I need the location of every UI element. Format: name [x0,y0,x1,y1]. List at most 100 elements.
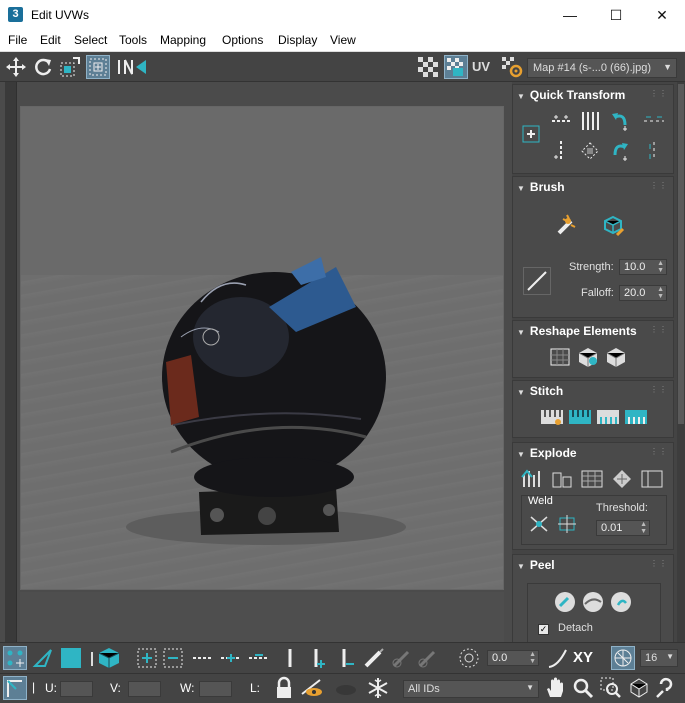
texture-map-image[interactable] [20,106,504,590]
close-button[interactable]: ✕ [639,0,685,30]
u-coordinate-field[interactable] [60,681,93,697]
weld-target-icon[interactable] [526,512,552,536]
drag-grip-icon[interactable]: ⋮⋮ [650,559,668,568]
show-map-icon[interactable] [444,55,468,79]
w-coordinate-field[interactable] [199,681,232,697]
grid-size-dropdown[interactable]: 16 ▼ [640,649,678,667]
angle-spinner[interactable]: 0.0 ▲ ▼ [487,650,539,666]
shrink-selection-icon[interactable] [161,646,185,670]
paint-grow-icon[interactable] [390,646,414,670]
menu-options[interactable]: Options [222,33,263,47]
menu-edit[interactable]: Edit [40,33,61,47]
align-vertical-icon[interactable] [577,109,603,133]
uv-label[interactable]: UV [472,55,496,79]
relax-icon[interactable] [575,345,601,369]
reset-peel-icon[interactable] [608,590,634,614]
rotate-icon[interactable] [31,55,55,79]
flatten-icon[interactable] [579,467,605,491]
threshold-spinner[interactable]: 0.01 ▲ ▼ [596,520,650,536]
spinner-arrows-icon[interactable]: ▲ ▼ [657,260,664,274]
select-edge-icon[interactable] [31,646,55,670]
straighten-selection-icon[interactable] [547,345,573,369]
select-element-icon[interactable] [97,646,121,670]
loop-icon[interactable] [191,646,215,670]
map-selector-dropdown[interactable]: Map #14 (s-...0 (66).jpg) ▼ [527,58,677,78]
paint-shrink-icon[interactable] [416,646,440,670]
paint-select-icon[interactable] [362,646,386,670]
detach-edge-verts-icon[interactable] [549,467,575,491]
maximize-button[interactable]: ☐ [593,0,639,30]
stitch-to-target-icon[interactable] [623,405,649,429]
spinner-arrows-icon[interactable]: ▲ ▼ [529,651,536,665]
ring-shrink-icon[interactable] [334,646,358,670]
stitch-average-icon[interactable] [595,405,621,429]
space-horizontal-icon[interactable] [641,109,667,133]
rollout-header[interactable]: ▼ Explode [517,446,577,460]
scrollbar-thumb[interactable] [678,84,684,424]
paint-move-brush-icon[interactable] [553,211,581,239]
rollout-header[interactable]: ▼ Peel [517,558,555,572]
xy-label[interactable]: XY [573,646,601,670]
drag-grip-icon[interactable]: ⋮⋮ [650,89,668,98]
soft-selection-icon[interactable] [457,646,481,670]
absolute-offset-icon[interactable] [3,676,27,700]
drag-grip-icon[interactable]: ⋮⋮ [650,181,668,190]
lock-icon[interactable] [272,676,296,700]
ring-grow-icon[interactable] [306,646,330,670]
zoom-region-icon[interactable] [599,676,623,700]
menu-mapping[interactable]: Mapping [160,33,206,47]
select-vertex-icon[interactable] [3,646,27,670]
loop-shrink-icon[interactable] [247,646,271,670]
freeform-icon[interactable] [86,55,110,79]
pan-hand-icon[interactable] [543,676,567,700]
rollout-header[interactable]: ▼ Reshape Elements [517,324,637,338]
break-icon[interactable] [519,467,545,491]
grid-snap-icon[interactable] [611,646,635,670]
drag-grip-icon[interactable]: ⋮⋮ [650,385,668,394]
uv-editor-viewport[interactable] [0,82,512,642]
ring-icon[interactable] [278,646,302,670]
stitch-to-source-icon[interactable] [567,405,593,429]
align-vertical-dotted-icon[interactable] [549,139,575,163]
menu-select[interactable]: Select [74,33,107,47]
falloff-spinner[interactable]: 20.0 ▲ ▼ [619,285,667,301]
select-polygon-icon[interactable] [59,646,83,670]
menu-tools[interactable]: Tools [119,33,147,47]
move-icon[interactable] [4,55,28,79]
checker-pattern-icon[interactable] [416,55,440,79]
relax-by-polygon-icon[interactable] [603,345,629,369]
flatten-by-smoothing-icon[interactable] [609,467,635,491]
menu-file[interactable]: File [8,33,27,47]
rollout-header[interactable]: ▼ Stitch [517,384,563,398]
zoom-extents-icon[interactable] [627,676,651,700]
relax-brush-icon[interactable] [599,211,627,239]
stitch-custom-icon[interactable] [539,405,565,429]
quick-peel-icon[interactable] [552,590,578,614]
peel-mode-icon[interactable] [580,590,606,614]
scale-icon[interactable] [58,55,82,79]
align-to-edge-icon[interactable] [577,139,603,163]
material-id-filter-dropdown[interactable]: All IDs ▼ [403,680,539,698]
minimize-button[interactable]: — [547,0,593,30]
align-horizontal-icon[interactable] [549,109,575,133]
menu-view[interactable]: View [330,33,356,47]
map-settings-icon[interactable] [500,55,524,79]
grow-selection-icon[interactable] [135,646,159,670]
drag-grip-icon[interactable]: ⋮⋮ [650,447,668,456]
rotate-cw-icon[interactable] [607,139,633,163]
menu-display[interactable]: Display [278,33,317,47]
spinner-arrows-icon[interactable]: ▲ ▼ [657,286,664,300]
space-vertical-icon[interactable] [641,139,667,163]
loop-grow-icon[interactable] [219,646,243,670]
help-icon[interactable] [654,676,678,700]
panel-scrollbar[interactable] [677,82,685,642]
drag-grip-icon[interactable]: ⋮⋮ [650,325,668,334]
weld-selected-icon[interactable] [554,512,580,536]
freeze-icon[interactable] [366,676,390,700]
rollout-header[interactable]: ▼ Brush [517,180,565,194]
rollout-header[interactable]: ▼ Quick Transform [517,88,625,102]
v-coordinate-field[interactable] [128,681,161,697]
falloff-curve-icon[interactable] [546,646,570,670]
rotate-ccw-icon[interactable] [607,109,633,133]
spinner-arrows-icon[interactable]: ▲ ▼ [640,521,647,535]
